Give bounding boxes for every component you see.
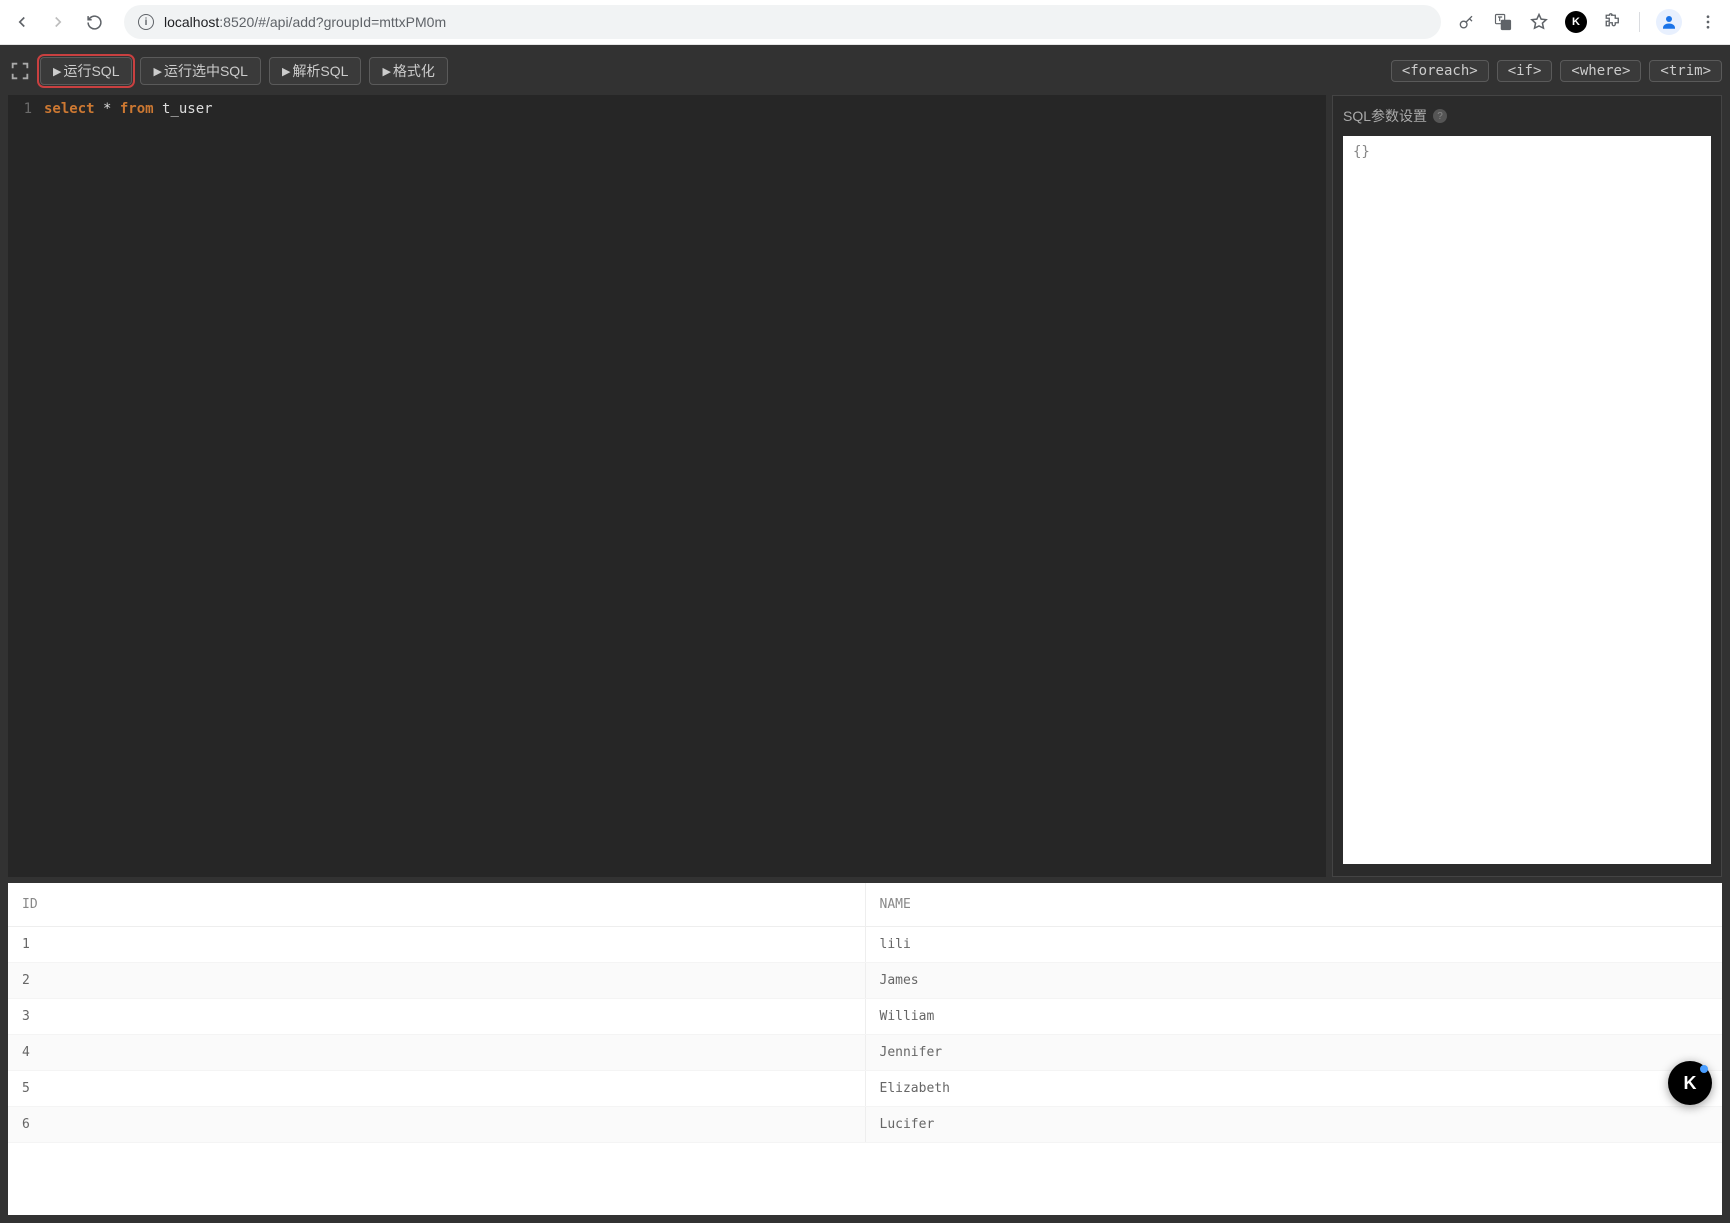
if-tag-button[interactable]: <if> — [1497, 60, 1553, 82]
results-table: ID NAME 1lili 2James 3William 4Jennifer … — [8, 883, 1722, 1143]
toolbar-right: <foreach> <if> <where> <trim> — [1391, 60, 1722, 82]
cell-name: James — [865, 963, 1722, 999]
notification-dot-icon — [1700, 1065, 1708, 1073]
keyword-select: select — [44, 101, 95, 117]
table-row[interactable]: 5Elizabeth — [8, 1071, 1722, 1107]
parse-sql-button[interactable]: ▶解析SQL — [269, 57, 361, 85]
url-text: localhost:8520/#/api/add?groupId=mttxPM0… — [164, 14, 446, 30]
info-icon[interactable]: ? — [1433, 109, 1447, 123]
kebab-menu-icon[interactable] — [1698, 12, 1718, 32]
fullscreen-icon[interactable] — [8, 59, 32, 83]
key-icon[interactable] — [1457, 12, 1477, 32]
line-number: 1 — [24, 101, 32, 117]
app-container: ▶运行SQL ▶运行选中SQL ▶解析SQL ▶格式化 <foreach> <i… — [0, 45, 1730, 1223]
foreach-tag-button[interactable]: <foreach> — [1391, 60, 1489, 82]
play-icon: ▶ — [282, 65, 290, 78]
keyword-from: from — [120, 101, 154, 117]
format-button[interactable]: ▶格式化 — [369, 57, 447, 85]
toolbar: ▶运行SQL ▶运行选中SQL ▶解析SQL ▶格式化 <foreach> <i… — [8, 53, 1722, 89]
star-icon[interactable] — [1529, 12, 1549, 32]
trim-tag-button[interactable]: <trim> — [1649, 60, 1722, 82]
back-button[interactable] — [8, 8, 36, 36]
run-selected-sql-label: 运行选中SQL — [164, 61, 248, 81]
run-sql-label: 运行SQL — [63, 61, 119, 81]
cell-id: 4 — [8, 1035, 865, 1071]
col-name[interactable]: NAME — [865, 883, 1722, 927]
site-info-icon[interactable]: i — [138, 14, 154, 30]
table-row[interactable]: 6Lucifer — [8, 1107, 1722, 1143]
params-title: SQL参数设置 ? — [1343, 106, 1711, 126]
star-token: * — [95, 101, 120, 117]
main-area: 1 select * from t_user SQL参数设置 ? — [8, 95, 1722, 877]
table-name: t_user — [154, 101, 213, 117]
browser-chrome: i localhost:8520/#/api/add?groupId=mttxP… — [0, 0, 1730, 45]
cell-id: 1 — [8, 927, 865, 963]
format-label: 格式化 — [393, 61, 435, 81]
cell-name: William — [865, 999, 1722, 1035]
params-panel: SQL参数设置 ? — [1332, 95, 1722, 877]
sql-editor[interactable]: 1 select * from t_user — [8, 95, 1326, 877]
reload-button[interactable] — [80, 8, 108, 36]
run-selected-sql-button[interactable]: ▶运行选中SQL — [140, 57, 260, 85]
cell-name: Lucifer — [865, 1107, 1722, 1143]
forward-button[interactable] — [44, 8, 72, 36]
where-tag-button[interactable]: <where> — [1560, 60, 1641, 82]
play-icon: ▶ — [382, 65, 390, 78]
table-row[interactable]: 2James — [8, 963, 1722, 999]
line-gutter: 1 — [8, 95, 40, 877]
table-row[interactable]: 3William — [8, 999, 1722, 1035]
code-area[interactable]: select * from t_user — [40, 95, 1326, 877]
parse-sql-label: 解析SQL — [292, 61, 348, 81]
table-header-row: ID NAME — [8, 883, 1722, 927]
cell-name: Jennifer — [865, 1035, 1722, 1071]
cell-id: 6 — [8, 1107, 865, 1143]
cell-name: lili — [865, 927, 1722, 963]
translate-icon[interactable] — [1493, 12, 1513, 32]
table-row[interactable]: 4Jennifer — [8, 1035, 1722, 1071]
toolbar-left: ▶运行SQL ▶运行选中SQL ▶解析SQL ▶格式化 — [8, 57, 448, 85]
cell-id: 2 — [8, 963, 865, 999]
play-icon: ▶ — [53, 65, 61, 78]
separator — [1639, 12, 1640, 32]
params-textarea[interactable] — [1343, 136, 1711, 864]
float-btn-label: K — [1684, 1073, 1697, 1094]
chrome-actions: K — [1457, 9, 1722, 35]
extension-badge-icon[interactable]: K — [1565, 11, 1587, 33]
extensions-icon[interactable] — [1603, 12, 1623, 32]
profile-icon[interactable] — [1656, 9, 1682, 35]
floating-action-button[interactable]: K — [1668, 1061, 1712, 1105]
cell-id: 5 — [8, 1071, 865, 1107]
params-title-text: SQL参数设置 — [1343, 106, 1427, 126]
cell-id: 3 — [8, 999, 865, 1035]
play-icon: ▶ — [153, 65, 161, 78]
cell-name: Elizabeth — [865, 1071, 1722, 1107]
run-sql-button[interactable]: ▶运行SQL — [40, 57, 132, 85]
url-bar[interactable]: i localhost:8520/#/api/add?groupId=mttxP… — [124, 5, 1441, 39]
col-id[interactable]: ID — [8, 883, 865, 927]
results-panel: ID NAME 1lili 2James 3William 4Jennifer … — [8, 883, 1722, 1215]
table-row[interactable]: 1lili — [8, 927, 1722, 963]
